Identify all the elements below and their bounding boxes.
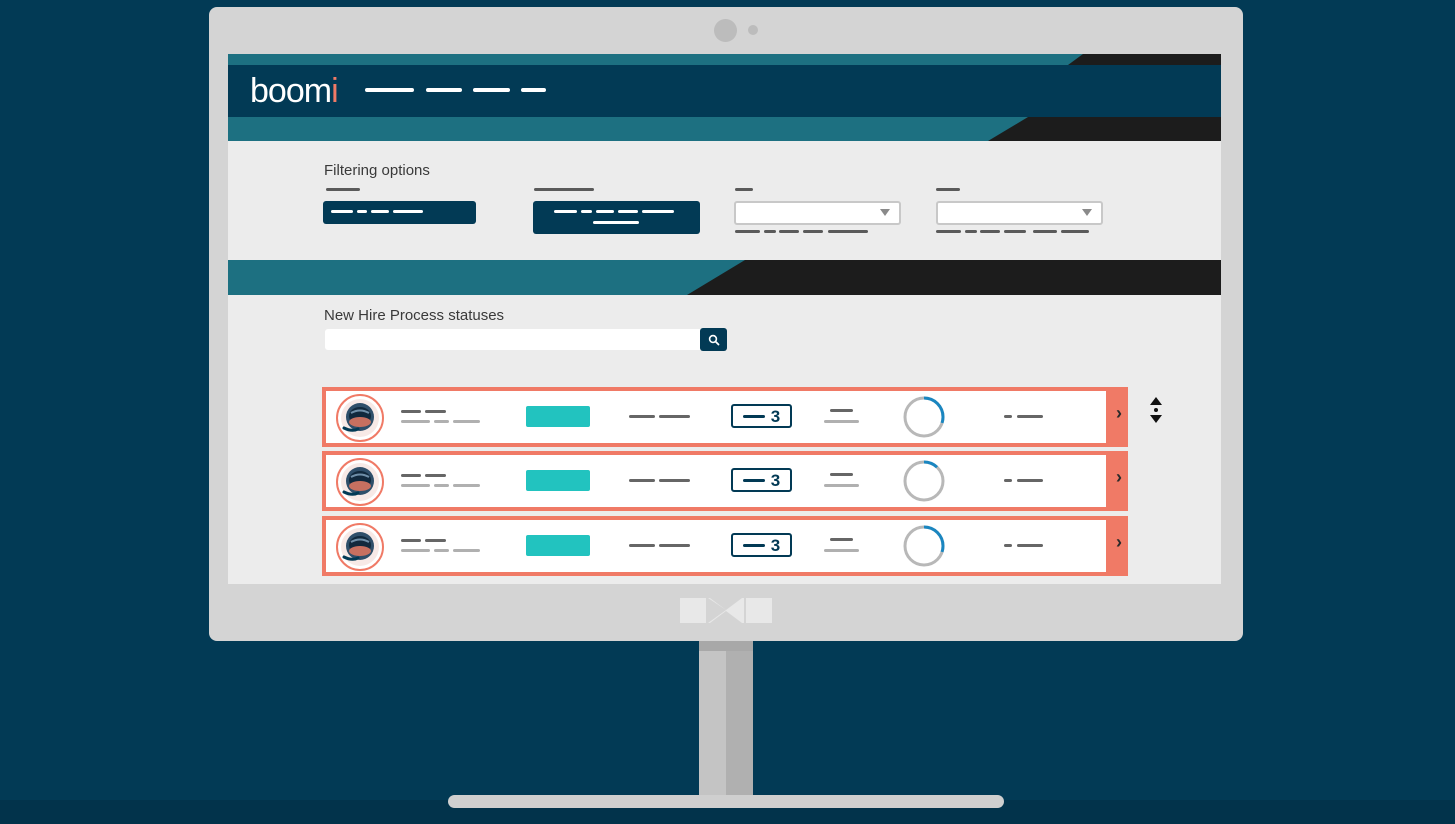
filter-4-helper <box>980 230 1000 233</box>
list-item[interactable]: 3 › <box>322 387 1128 447</box>
filter-4-helper <box>965 230 977 233</box>
filter-4-label <box>936 188 960 191</box>
nav-item-3[interactable] <box>473 88 510 92</box>
chevron-right-icon[interactable]: › <box>1116 467 1122 488</box>
row-subtitle <box>401 420 430 423</box>
astronaut-avatar-icon <box>336 394 384 442</box>
list-item[interactable]: 3 › <box>322 516 1128 576</box>
filter-3-helper <box>828 230 868 233</box>
search-button[interactable] <box>700 328 727 351</box>
status-badge <box>526 535 590 556</box>
row-subtitle <box>453 420 480 423</box>
row-field <box>629 479 655 482</box>
sort-icon[interactable] <box>1149 396 1163 424</box>
statuses-title: New Hire Process statuses <box>324 307 505 324</box>
row-name <box>425 474 446 477</box>
astronaut-avatar-icon <box>336 458 384 506</box>
row-subtitle <box>401 549 430 552</box>
app-screen: boomi Filtering options New Hire Process… <box>228 54 1221 584</box>
chevron-down-icon <box>880 209 890 216</box>
row-subtitle <box>401 484 430 487</box>
row-field <box>659 479 690 482</box>
row-subtitle <box>453 484 480 487</box>
row-date <box>1004 544 1012 547</box>
filter-4-helper <box>936 230 961 233</box>
row-field <box>659 544 690 547</box>
nav-item-4[interactable] <box>521 88 546 92</box>
filter-3-helper <box>735 230 760 233</box>
count-badge: 3 <box>731 404 792 428</box>
chevron-right-icon[interactable]: › <box>1116 403 1122 424</box>
monitor-stand-shade <box>726 641 753 799</box>
chevron-down-icon <box>1082 209 1092 216</box>
filter-4-dropdown[interactable] <box>936 201 1103 225</box>
filter-3-dropdown[interactable] <box>734 201 901 225</box>
row-meta <box>830 473 853 476</box>
filter-3-helper <box>803 230 823 233</box>
row-name <box>401 474 421 477</box>
list-item[interactable]: 3 › <box>322 451 1128 511</box>
progress-ring <box>903 525 945 567</box>
monitor-stand-joint <box>699 641 753 651</box>
chevron-right-icon[interactable]: › <box>1116 532 1122 553</box>
brand-logo[interactable]: boomi <box>250 72 339 111</box>
progress-ring <box>903 460 945 502</box>
filter-4-helper <box>1004 230 1026 233</box>
filter-1-button[interactable] <box>323 201 476 224</box>
filtering-options-title: Filtering options <box>324 162 430 179</box>
monitor-logo-icon <box>680 598 772 623</box>
row-subtitle <box>453 549 480 552</box>
row-meta <box>824 484 859 487</box>
filter-3-label <box>735 188 753 191</box>
webcam <box>714 19 737 42</box>
status-badge <box>526 470 590 491</box>
count-value: 3 <box>770 535 781 555</box>
filter-3-helper <box>764 230 776 233</box>
row-meta <box>830 538 853 541</box>
row-subtitle <box>434 549 449 552</box>
row-field <box>629 544 655 547</box>
row-name <box>401 410 421 413</box>
row-field <box>629 415 655 418</box>
row-name <box>425 539 446 542</box>
status-badge <box>526 406 590 427</box>
count-value: 3 <box>770 470 781 490</box>
search-icon <box>708 334 719 345</box>
filter-4-helper <box>1061 230 1089 233</box>
row-subtitle <box>434 420 449 423</box>
row-meta <box>824 420 859 423</box>
row-date <box>1017 479 1043 482</box>
row-date <box>1004 479 1012 482</box>
filter-2-label <box>534 188 594 191</box>
row-date <box>1017 544 1043 547</box>
row-name <box>401 539 421 542</box>
filter-4-helper <box>1033 230 1057 233</box>
webcam-light <box>748 25 758 35</box>
filter-1-label <box>326 188 360 191</box>
filter-2-button[interactable] <box>533 201 700 234</box>
progress-ring <box>903 396 945 438</box>
row-date <box>1017 415 1043 418</box>
list-item-body: 3 <box>326 455 1106 507</box>
filter-3-helper <box>779 230 799 233</box>
list-item-body: 3 <box>326 391 1106 443</box>
astronaut-avatar-icon <box>336 523 384 571</box>
count-badge: 3 <box>731 468 792 492</box>
count-value: 3 <box>770 406 781 426</box>
row-field <box>659 415 690 418</box>
monitor-stand-base <box>448 795 1004 808</box>
row-name <box>425 410 446 413</box>
search-input[interactable] <box>325 329 701 350</box>
nav-item-1[interactable] <box>365 88 414 92</box>
section-divider-band <box>228 260 1221 295</box>
list-item-body: 3 <box>326 520 1106 572</box>
row-meta <box>824 549 859 552</box>
row-meta <box>830 409 853 412</box>
nav-item-2[interactable] <box>426 88 462 92</box>
row-date <box>1004 415 1012 418</box>
row-subtitle <box>434 484 449 487</box>
count-badge: 3 <box>731 533 792 557</box>
